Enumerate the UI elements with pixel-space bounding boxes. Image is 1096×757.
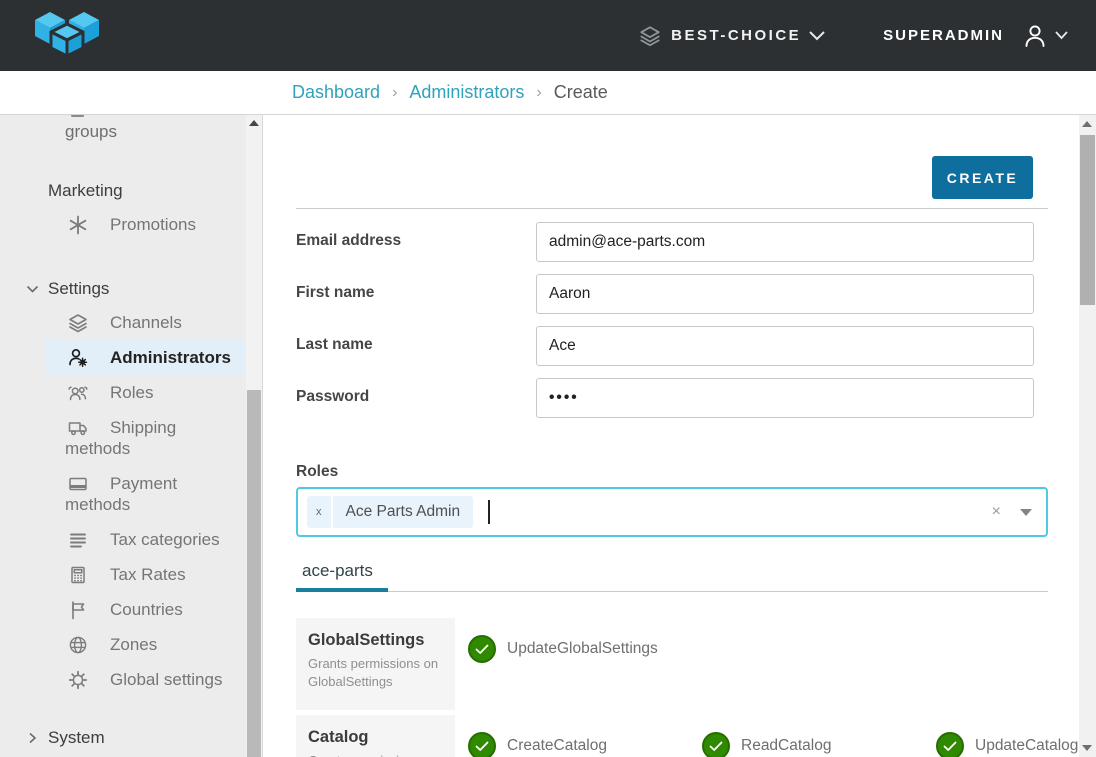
dropdown-caret-icon[interactable]	[1020, 509, 1032, 516]
permission-group-name: GlobalSettings	[308, 631, 443, 650]
sidebar-item-shipping-methods[interactable]: Shipping methods	[0, 410, 246, 466]
flag-icon	[67, 599, 89, 621]
role-chip: x Ace Parts Admin	[307, 496, 473, 528]
sidebar-item-roles[interactable]: Roles	[0, 375, 246, 410]
sidebar-section-marketing[interactable]: Marketing	[0, 180, 246, 201]
admin-create-page: BEST-CHOICE SUPERADMIN Dashboard › Admin…	[0, 0, 1096, 757]
vendure-logo-icon[interactable]	[27, 7, 107, 65]
scroll-up-arrow[interactable]	[1082, 121, 1092, 127]
channel-tabs: ace-parts	[296, 561, 1048, 592]
first-name-label: First name	[296, 274, 536, 314]
checked-toggle-icon	[468, 732, 496, 757]
sidebar-section-settings[interactable]: Settings	[0, 278, 246, 299]
sidebar-item-tax-rates[interactable]: Tax Rates	[0, 557, 246, 592]
credit-card-icon	[67, 473, 89, 495]
chevron-down-icon	[809, 31, 825, 41]
chevron-down-icon	[1055, 31, 1068, 40]
chip-remove-icon[interactable]: x	[307, 496, 333, 528]
toggle-label: CreateCatalog	[507, 737, 607, 755]
checked-toggle-icon	[702, 732, 730, 757]
permissions-grid: GlobalSettings Grants permissions on Glo…	[296, 618, 1048, 757]
toggle-label: UpdateGlobalSettings	[507, 640, 658, 658]
sidebar-nav: groups Marketing Promotions Settings Cha…	[0, 115, 246, 757]
active-tab-indicator	[296, 588, 388, 592]
toggle-label: ReadCatalog	[741, 737, 831, 755]
top-bar: BEST-CHOICE SUPERADMIN	[0, 0, 1096, 71]
cog-icon	[67, 669, 89, 691]
permission-group-name: Catalog	[308, 728, 443, 747]
sidebar-item-payment-methods[interactable]: Payment methods	[0, 466, 246, 522]
chip-label: Ace Parts Admin	[333, 496, 474, 528]
last-name-field[interactable]	[536, 326, 1034, 366]
truck-icon	[67, 417, 89, 439]
breadcrumb-administrators[interactable]: Administrators	[409, 82, 524, 103]
main-content: CREATE Email address First name Last nam…	[264, 115, 1079, 757]
main-scrollbar[interactable]	[1079, 115, 1096, 757]
sidebar-item-channels[interactable]: Channels	[0, 305, 246, 340]
channel-label: BEST-CHOICE	[671, 27, 801, 44]
tab-ace-parts[interactable]: ace-parts	[296, 561, 379, 591]
first-name-field[interactable]	[536, 274, 1034, 314]
text-cursor	[488, 500, 490, 524]
permission-group-description: Grants permissions on GlobalSettings	[308, 655, 443, 691]
sidebar-item-zones[interactable]: Zones	[0, 627, 246, 662]
password-field[interactable]	[536, 378, 1034, 418]
permission-group-header: Catalog Grants permissions on Products, …	[296, 715, 455, 757]
toggle-readcatalog[interactable]: ReadCatalog	[689, 732, 923, 757]
clipped-icon	[71, 115, 84, 117]
sidebar-item-customer-groups-clipped[interactable]: groups	[0, 115, 246, 142]
sidebar-item-administrators[interactable]: Administrators	[45, 340, 246, 375]
globe-icon	[67, 634, 89, 656]
calculator-icon	[67, 564, 89, 586]
breadcrumb: Dashboard › Administrators › Create	[0, 71, 1096, 115]
sidebar-item-countries[interactable]: Countries	[0, 592, 246, 627]
user-icon	[1020, 21, 1050, 51]
layers-icon	[67, 312, 89, 334]
user-gear-icon	[67, 347, 89, 369]
scroll-up-arrow[interactable]	[249, 120, 259, 126]
roles-select[interactable]: x Ace Parts Admin ×	[296, 487, 1048, 537]
checked-toggle-icon	[936, 732, 964, 757]
asterisk-icon	[67, 214, 89, 236]
permission-group-description: Grants permissions on Products, Facets	[308, 752, 443, 757]
header-right: BEST-CHOICE SUPERADMIN	[638, 21, 1096, 51]
toggle-label: UpdateCatalog	[975, 737, 1078, 755]
clear-icon[interactable]: ×	[992, 503, 1001, 521]
toggle-createcatalog[interactable]: CreateCatalog	[455, 732, 689, 757]
password-label: Password	[296, 378, 536, 418]
chevron-right-icon	[26, 732, 39, 744]
email-label: Email address	[296, 222, 536, 262]
toggle-updatecatalog[interactable]: UpdateCatalog	[923, 732, 1079, 757]
breadcrumb-separator: ›	[536, 84, 541, 102]
breadcrumb-separator: ›	[392, 84, 397, 102]
roles-label: Roles	[296, 463, 1048, 481]
scrollbar-thumb[interactable]	[1080, 135, 1095, 305]
channel-switcher[interactable]: BEST-CHOICE	[638, 24, 825, 48]
chevron-down-icon	[26, 283, 39, 295]
breadcrumb-dashboard[interactable]: Dashboard	[292, 82, 380, 103]
sidebar-item-global-settings[interactable]: Global settings	[0, 662, 246, 697]
tab-baseline	[296, 591, 1048, 592]
toggle-updateglobalsettings[interactable]: UpdateGlobalSettings	[455, 635, 689, 663]
breadcrumb-create: Create	[554, 82, 608, 103]
create-button[interactable]: CREATE	[932, 156, 1033, 199]
scroll-down-arrow[interactable]	[1082, 745, 1092, 751]
last-name-label: Last name	[296, 326, 536, 366]
sidebar-scrollbar[interactable]	[246, 115, 263, 757]
sidebar-item-promotions[interactable]: Promotions	[0, 207, 246, 242]
permission-group-header: GlobalSettings Grants permissions on Glo…	[296, 618, 455, 710]
permission-row-catalog: Catalog Grants permissions on Products, …	[296, 715, 1048, 757]
layers-icon	[638, 24, 662, 48]
list-icon	[67, 529, 89, 551]
user-menu[interactable]	[1020, 21, 1068, 51]
email-field[interactable]	[536, 222, 1034, 262]
permission-row-globalsettings: GlobalSettings Grants permissions on Glo…	[296, 618, 1048, 710]
checked-toggle-icon	[468, 635, 496, 663]
sidebar-section-system[interactable]: System	[0, 727, 246, 748]
users-icon	[67, 382, 89, 404]
scrollbar-thumb[interactable]	[247, 390, 261, 757]
sidebar-item-tax-categories[interactable]: Tax categories	[0, 522, 246, 557]
username-label: SUPERADMIN	[883, 27, 1004, 44]
divider	[296, 208, 1048, 209]
